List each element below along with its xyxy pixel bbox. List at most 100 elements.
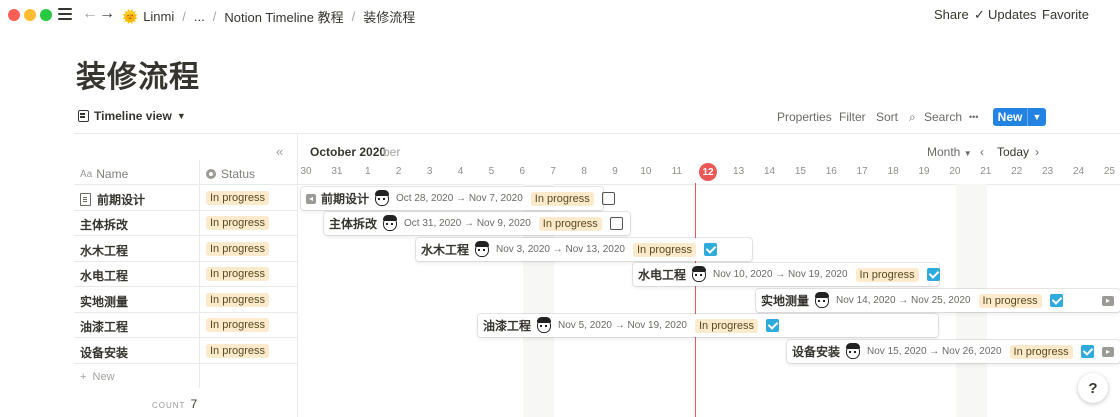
back-arrow-icon[interactable]: ← <box>82 5 98 23</box>
favorite-button[interactable]: Favorite <box>1042 7 1089 22</box>
new-dropdown-icon[interactable]: ▼ <box>1028 112 1046 122</box>
timeline-bar[interactable]: 主体拆改 Oct 31, 2020 → Nov 9, 2020 In progres… <box>324 212 630 235</box>
status-column-header[interactable]: Status <box>206 167 255 181</box>
bar-dates: Nov 5, 2020 → Nov 19, 2020 <box>558 320 687 331</box>
sidebar-menu-icon[interactable] <box>58 8 72 20</box>
status-badge[interactable]: In progress <box>206 318 270 332</box>
bar-status-badge: In progress <box>978 293 1042 308</box>
checkbox[interactable] <box>704 243 718 256</box>
bar-title: 主体拆改 <box>329 217 378 231</box>
table-row-name[interactable]: 水木工程 <box>80 242 128 259</box>
table-row-name[interactable]: 设备安装 <box>80 344 128 361</box>
status-badge[interactable]: In progress <box>206 293 270 307</box>
bar-dates: Nov 3, 2020 → Nov 13, 2020 <box>496 244 625 255</box>
count-label: COUNT <box>152 401 186 410</box>
new-button[interactable]: New ▼ <box>993 108 1046 126</box>
window-zoom-button[interactable] <box>40 9 52 21</box>
window-close-button[interactable] <box>8 9 20 21</box>
checkbox[interactable] <box>926 268 940 281</box>
filter-button[interactable]: Filter <box>839 110 866 124</box>
forward-arrow-icon[interactable]: → <box>99 5 115 23</box>
day-label: 21 <box>980 166 992 177</box>
updates-check-icon[interactable]: ✓ <box>974 7 985 23</box>
new-button-label[interactable]: New <box>993 110 1027 124</box>
count-value: 7 <box>190 397 198 411</box>
checkbox[interactable] <box>1049 294 1063 307</box>
sort-button[interactable]: Sort <box>876 110 898 124</box>
scale-select[interactable]: Month ▼ <box>927 145 972 159</box>
help-button[interactable]: ? <box>1078 373 1108 403</box>
status-badge[interactable]: In progress <box>206 267 270 281</box>
scroll-right-icon[interactable]: ▸ <box>1102 347 1114 357</box>
row-divider <box>74 210 297 211</box>
day-label: 14 <box>763 166 776 177</box>
checkbox[interactable] <box>609 217 623 230</box>
bar-dates: Nov 10, 2020 → Nov 19, 2020 <box>713 269 848 280</box>
table-row-name[interactable]: 水电工程 <box>80 267 128 284</box>
checkbox[interactable] <box>601 192 615 205</box>
avatar-icon <box>375 190 390 206</box>
today-line <box>695 183 696 417</box>
breadcrumb-current[interactable]: 装修流程 <box>363 7 415 26</box>
window-minimize-button[interactable] <box>24 9 36 21</box>
timeline-bar[interactable]: 水木工程 Nov 3, 2020 → Nov 13, 2020 In progres… <box>416 238 752 261</box>
scroll-left-icon[interactable]: ◂ <box>306 193 316 204</box>
updates-button[interactable]: Updates <box>988 7 1036 22</box>
today-marker: 12 <box>699 163 717 181</box>
table-row-name[interactable]: 油漆工程 <box>80 318 128 335</box>
timeline-bar[interactable]: 水电工程 Nov 10, 2020 → Nov 19, 2020 In progre… <box>633 263 940 286</box>
search-icon[interactable]: ⌕ <box>909 110 916 125</box>
status-badge[interactable]: In progress <box>206 344 270 358</box>
share-button[interactable]: Share <box>934 7 969 22</box>
day-label: 31 <box>331 166 343 177</box>
table-row-name[interactable]: 实地测量 <box>80 293 128 310</box>
timeline-bar[interactable]: 油漆工程 Nov 5, 2020 → Nov 19, 2020 In progres… <box>478 314 938 337</box>
name-column-header[interactable]: Aa Name <box>80 167 128 181</box>
row-name-label: 实地测量 <box>80 295 129 309</box>
day-label: 30 <box>300 166 312 177</box>
count-footer[interactable]: COUNT 7 <box>152 397 197 411</box>
properties-button[interactable]: Properties <box>777 110 832 124</box>
timeline-bar[interactable]: 设备安装 Nov 15, 2020 → Nov 26, 2020 In progre… <box>787 340 1120 363</box>
search-button[interactable]: Search <box>924 110 962 124</box>
table-row-name[interactable]: 前期设计 <box>80 191 145 208</box>
bar-status-badge: In progress <box>695 318 759 333</box>
more-options-icon[interactable]: ••• <box>969 112 978 122</box>
view-switcher[interactable]: Timeline view ▼ <box>78 109 186 123</box>
row-divider <box>74 261 297 262</box>
next-period-icon[interactable]: › <box>1035 145 1039 159</box>
avatar-icon <box>475 241 490 257</box>
breadcrumb-parent[interactable]: Notion Timeline 教程 <box>224 7 343 26</box>
table-row-name[interactable]: 主体拆改 <box>80 216 128 233</box>
timeline-bar[interactable]: 实地测量 Nov 14, 2020 → Nov 25, 2020 In progre… <box>756 289 1120 312</box>
bar-status-badge: In progress <box>1009 344 1073 359</box>
status-badge[interactable]: In progress <box>206 216 270 230</box>
collapse-table-icon[interactable]: « <box>276 144 283 159</box>
day-label: 15 <box>794 166 806 177</box>
select-property-icon <box>206 169 216 179</box>
day-label: 22 <box>1011 166 1023 177</box>
breadcrumb-ellipsis[interactable]: ... <box>194 9 205 24</box>
status-badge[interactable]: In progress <box>206 191 270 205</box>
checkbox[interactable] <box>766 319 780 332</box>
chevron-down-icon: ▼ <box>963 149 972 158</box>
row-name-label: 设备安装 <box>80 346 129 360</box>
bar-title: 设备安装 <box>792 345 841 359</box>
day-label: 3 <box>426 166 433 177</box>
breadcrumb-workspace[interactable]: Linmi <box>143 9 174 24</box>
scroll-right-icon[interactable]: ▸ <box>1102 296 1114 306</box>
prev-period-icon[interactable]: ‹ <box>980 145 984 159</box>
avatar-icon <box>383 215 398 231</box>
row-name-label: 油漆工程 <box>80 320 129 334</box>
column-divider <box>199 160 200 388</box>
timeline-bar[interactable]: ◂ 前期设计 Oct 28, 2020 → Nov 7, 2020 In progre… <box>301 187 615 210</box>
breadcrumb: 🌞 Linmi / ... / Notion Timeline 教程 / 装修流… <box>122 7 416 26</box>
bar-title: 水木工程 <box>421 243 470 257</box>
add-row-button[interactable]: + New <box>80 371 115 383</box>
page-title[interactable]: 装修流程 <box>76 52 200 96</box>
checkbox[interactable] <box>1080 345 1094 358</box>
today-button[interactable]: Today <box>997 145 1029 159</box>
sun-icon: 🌞 <box>122 8 139 24</box>
avatar-icon <box>537 317 552 333</box>
status-badge[interactable]: In progress <box>206 242 270 256</box>
